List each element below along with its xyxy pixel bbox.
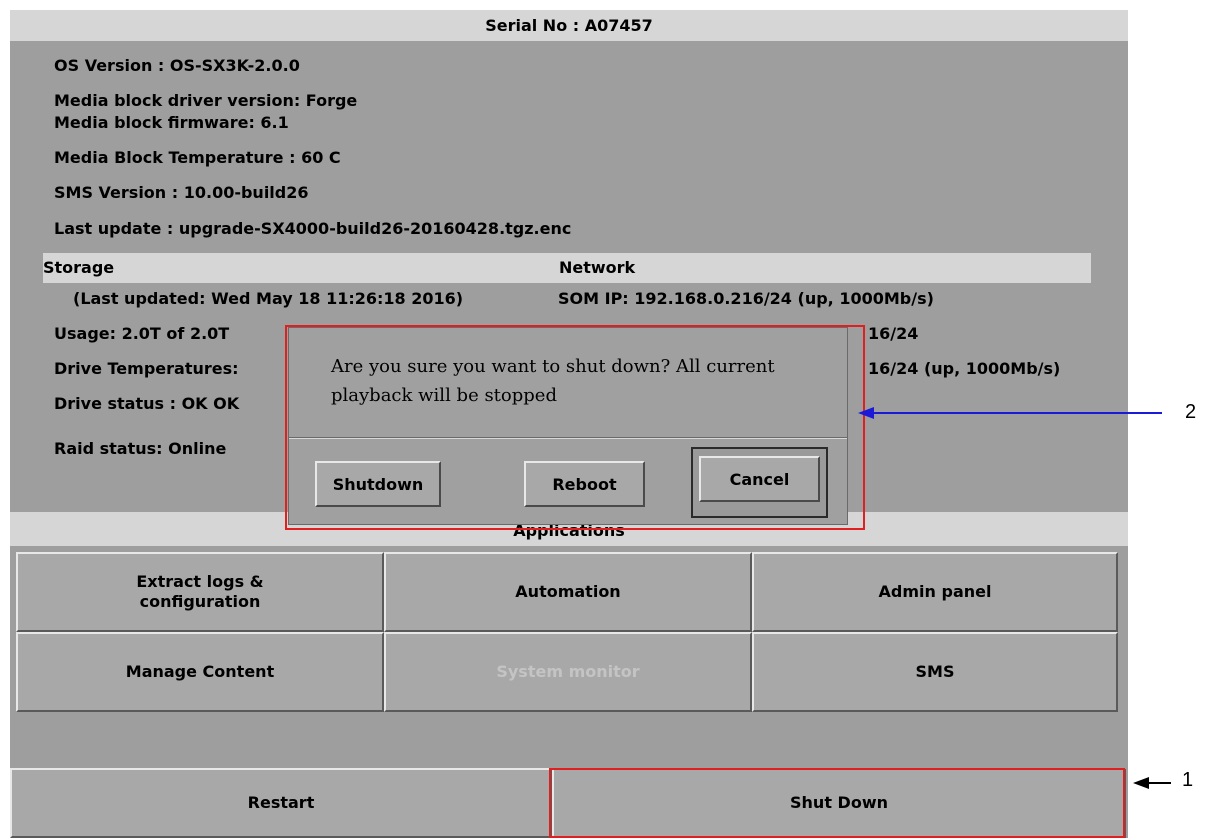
extract-logs-button[interactable]: Extract logs & configuration: [16, 552, 384, 632]
manage-content-button[interactable]: Manage Content: [16, 632, 384, 712]
section-header-bar: Storage Network: [43, 253, 1091, 283]
drive-temperatures: Drive Temperatures:: [54, 359, 239, 378]
system-monitor-button[interactable]: System monitor: [384, 632, 752, 712]
raid-status: Raid status: Online: [54, 439, 227, 458]
drive-status: Drive status : OK OK: [54, 394, 240, 413]
os-version: OS Version : OS-SX3K-2.0.0: [54, 56, 300, 75]
callout-2-number: 2: [1185, 401, 1197, 423]
serial-number: Serial No : A07457: [485, 16, 653, 35]
network-ip-2: 16/24: [868, 324, 919, 343]
dialog-shutdown-button[interactable]: Shutdown: [315, 461, 441, 507]
callout-2-line: [872, 412, 1162, 414]
network-som-ip: SOM IP: 192.168.0.216/24 (up, 1000Mb/s): [558, 289, 934, 308]
sms-button[interactable]: SMS: [752, 632, 1118, 712]
serial-header: Serial No : A07457: [10, 10, 1128, 41]
driver-version: Media block driver version: Forge: [54, 91, 358, 110]
storage-usage: Usage: 2.0T of 2.0T: [54, 324, 230, 343]
network-heading: Network: [559, 258, 636, 277]
sms-version: SMS Version : 10.00-build26: [54, 183, 309, 202]
last-update: Last update : upgrade-SX4000-build26-201…: [54, 219, 572, 238]
network-ip-3: 16/24 (up, 1000Mb/s): [868, 359, 1061, 378]
shutdown-confirm-dialog: Are you sure you want to shut down? All …: [288, 327, 848, 525]
callout-1-number: 1: [1182, 769, 1194, 791]
callout-1-line: [1147, 782, 1171, 784]
restart-button[interactable]: Restart: [10, 768, 552, 838]
firmware-version: Media block firmware: 6.1: [54, 113, 289, 132]
dialog-message: Are you sure you want to shut down? All …: [331, 356, 775, 406]
shut-down-button[interactable]: Shut Down: [552, 768, 1126, 838]
media-block-temperature: Media Block Temperature : 60 C: [54, 148, 341, 167]
admin-panel-button[interactable]: Admin panel: [752, 552, 1118, 632]
storage-heading: Storage: [43, 258, 115, 277]
dialog-divider-highlight: [289, 438, 847, 439]
automation-button[interactable]: Automation: [384, 552, 752, 632]
storage-last-updated: (Last updated: Wed May 18 11:26:18 2016): [73, 289, 464, 308]
dialog-cancel-button[interactable]: Cancel: [699, 456, 820, 502]
dialog-reboot-button[interactable]: Reboot: [524, 461, 645, 507]
